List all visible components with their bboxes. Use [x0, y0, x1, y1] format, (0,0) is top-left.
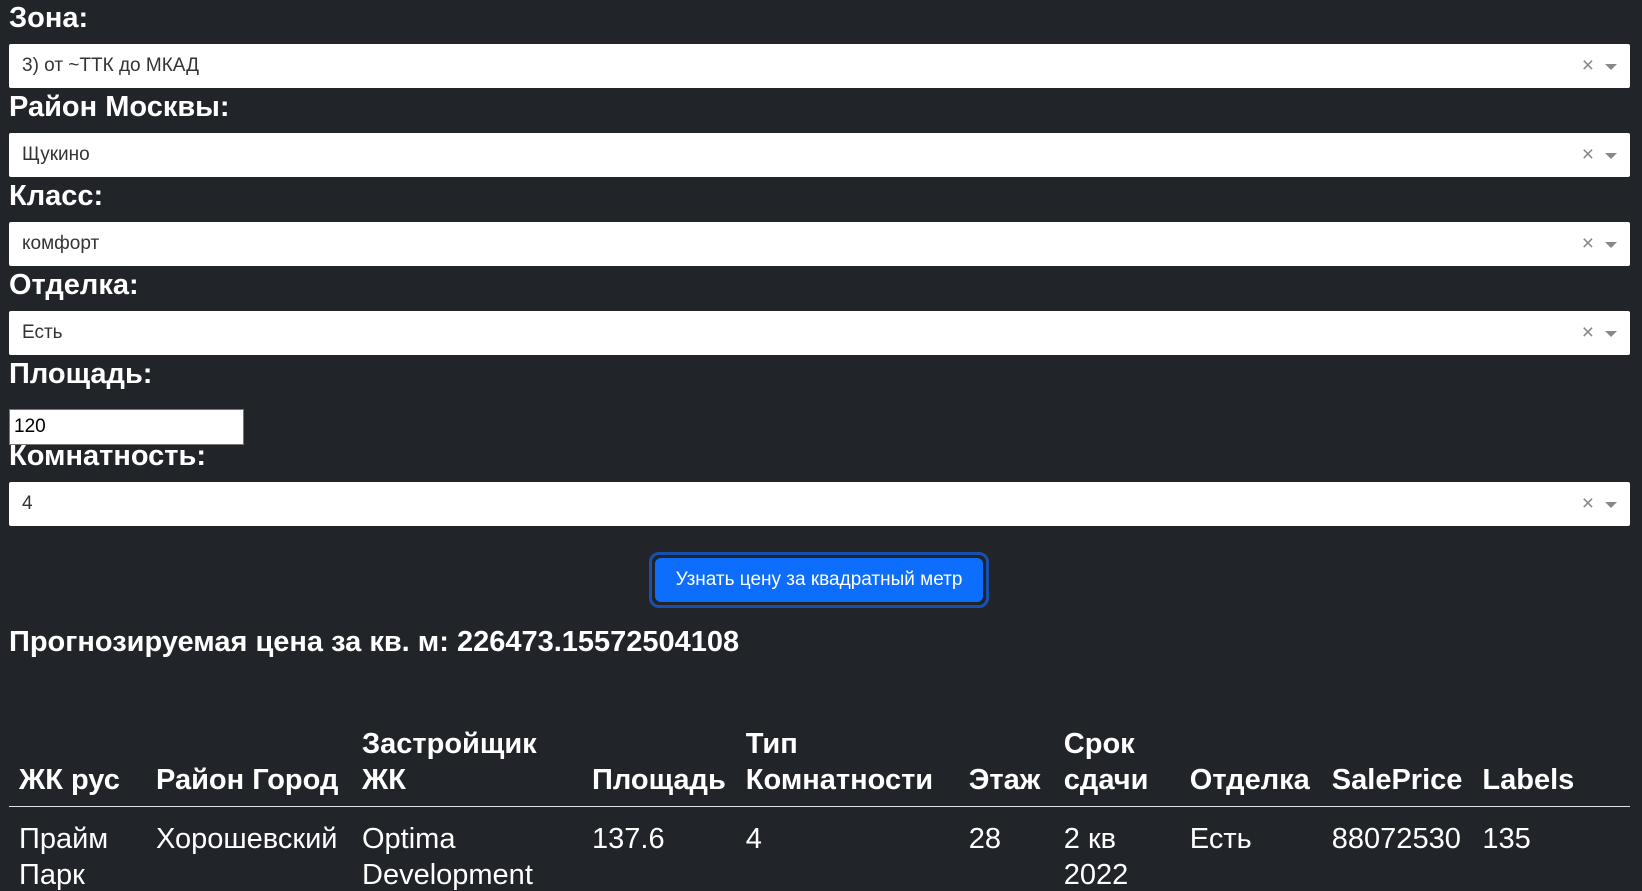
table-cell: 4: [745, 823, 762, 855]
column-header: Срок сдачи: [1053, 722, 1180, 807]
district-label: Район Москвы:: [9, 91, 230, 123]
chevron-down-icon[interactable]: [1605, 242, 1617, 248]
column-header: Площадь: [582, 722, 736, 807]
rooms-select-value: 4: [22, 493, 33, 514]
table-row: Прайм Парк Хорошевский Optima Developmen…: [9, 807, 1630, 891]
page: Зона: 3) от ~ТТК до МКАД × Район Москвы:…: [0, 0, 1642, 891]
zone-select[interactable]: 3) от ~ТТК до МКАД ×: [9, 44, 1630, 88]
table-cell: Есть: [1189, 823, 1252, 855]
table-cell: 2 кв 2022: [1063, 823, 1129, 891]
finishing-select-value: Есть: [22, 322, 63, 343]
table-cell: Прайм Парк: [19, 823, 109, 891]
table-cell: 28: [968, 823, 1002, 855]
predicted-price: Прогнозируемая цена за кв. м: 226473.155…: [9, 626, 740, 658]
clear-icon[interactable]: ×: [1582, 44, 1594, 88]
table-cell: 88072530: [1331, 823, 1461, 855]
column-header: Район Город: [146, 722, 352, 807]
rooms-label: Комнатность:: [9, 440, 206, 472]
zone-select-value: 3) от ~ТТК до МКАД: [22, 55, 199, 76]
class-select-value: комфорт: [22, 233, 100, 254]
class-select[interactable]: комфорт ×: [9, 222, 1630, 266]
table-cell: Optima Development: [362, 823, 533, 891]
class-label: Класс:: [9, 180, 104, 212]
column-header: Отделка: [1179, 722, 1322, 807]
chevron-down-icon[interactable]: [1605, 331, 1617, 337]
table-cell: 137.6: [592, 823, 665, 855]
column-header: ЖК рус: [9, 722, 146, 807]
area-label: Площадь:: [9, 358, 153, 390]
chevron-down-icon[interactable]: [1605, 153, 1617, 159]
submit-button[interactable]: Узнать цену за квадратный метр: [655, 558, 983, 602]
column-header: Застройщик ЖК: [352, 722, 582, 807]
finishing-select[interactable]: Есть ×: [9, 311, 1630, 355]
table-header-row: ЖК рус Район Город Застройщик ЖК Площадь…: [9, 722, 1630, 807]
rooms-select[interactable]: 4 ×: [9, 482, 1630, 526]
column-header: Тип Комнатности: [735, 722, 959, 807]
clear-icon[interactable]: ×: [1582, 133, 1594, 177]
column-header: SalePrice: [1321, 722, 1473, 807]
submit-button-focus-ring: Узнать цену за квадратный метр: [649, 552, 989, 608]
finishing-label: Отделка:: [9, 269, 139, 301]
column-header: Labels: [1472, 722, 1630, 807]
chevron-down-icon[interactable]: [1605, 502, 1617, 508]
results-table: ЖК рус Район Город Застройщик ЖК Площадь…: [9, 722, 1630, 891]
column-header: Этаж: [958, 722, 1054, 807]
clear-icon[interactable]: ×: [1582, 311, 1594, 355]
clear-icon[interactable]: ×: [1582, 482, 1594, 526]
zone-label: Зона:: [9, 2, 89, 34]
district-select-value: Щукино: [22, 144, 90, 165]
district-select[interactable]: Щукино ×: [9, 133, 1630, 177]
table-cell: Хорошевский: [156, 823, 338, 855]
chevron-down-icon[interactable]: [1605, 64, 1617, 70]
table-cell: 135: [1482, 823, 1531, 855]
clear-icon[interactable]: ×: [1582, 222, 1594, 266]
